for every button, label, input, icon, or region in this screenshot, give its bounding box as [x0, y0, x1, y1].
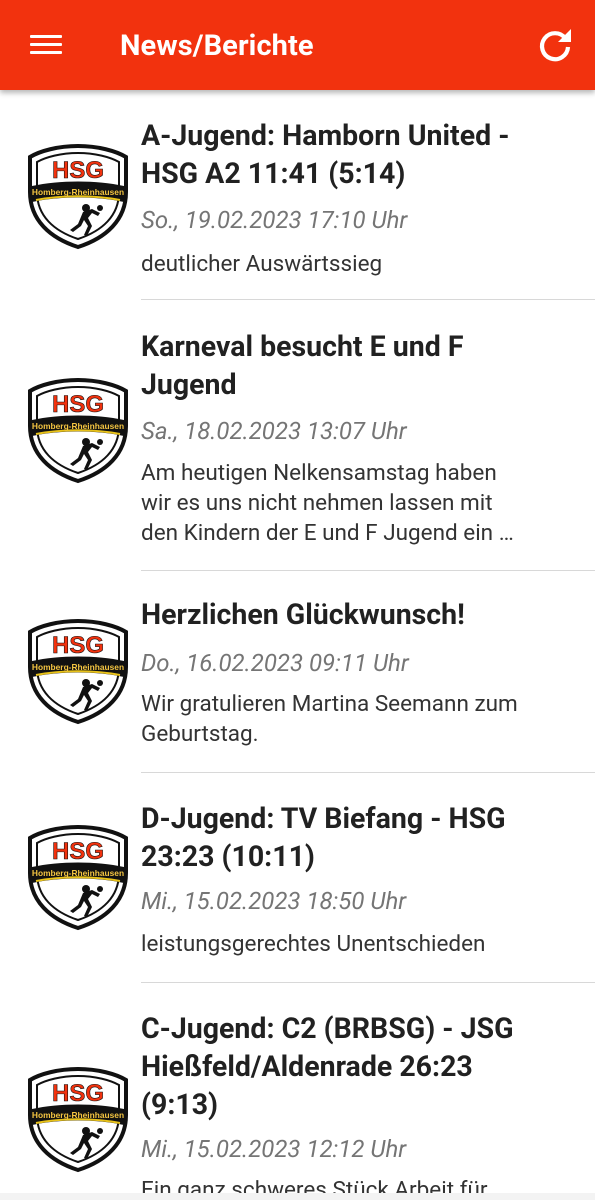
bottom-edge: [0, 1193, 595, 1200]
logo-brand-text: HSG: [52, 838, 104, 865]
logo-banner-text: Homberg-Rheinhausen: [32, 421, 124, 431]
logo-banner-text: Homberg-Rheinhausen: [32, 868, 124, 878]
logo-banner-text: Homberg-Rheinhausen: [32, 1110, 124, 1120]
news-title: Karneval besucht E und F Jugend: [141, 330, 464, 401]
news-item[interactable]: HSG Homberg-Rheinhausen C-Jugend: C2 (BRB…: [0, 983, 595, 1200]
app-bar: News/Berichte: [0, 0, 595, 90]
club-logo: HSG Homberg-Rheinhausen: [26, 142, 130, 250]
club-logo: HSG Homberg-Rheinhausen: [26, 823, 130, 931]
news-title: D-Jugend: TV Biefang - HSG 23:23 (10:11): [141, 802, 506, 873]
news-description: leistungsgerechtes Unentschieden: [141, 931, 486, 957]
club-logo: HSG Homberg-Rheinhausen: [26, 376, 130, 484]
page-title: News/Berichte: [120, 29, 314, 63]
logo-banner-text: Homberg-Rheinhausen: [32, 662, 124, 672]
news-date: Mi., 15.02.2023 18:50 Uhr: [141, 887, 407, 915]
news-date: Mi., 15.02.2023 12:12 Uhr: [141, 1135, 407, 1163]
logo-brand-text: HSG: [52, 391, 104, 418]
news-item[interactable]: HSG Homberg-Rheinhausen Karneval besucht …: [0, 300, 595, 571]
news-date: Sa., 18.02.2023 13:07 Uhr: [141, 417, 407, 445]
logo-brand-text: HSG: [52, 632, 104, 659]
logo-brand-text: HSG: [52, 157, 104, 184]
club-logo: HSG Homberg-Rheinhausen: [26, 617, 130, 725]
news-item[interactable]: HSG Homberg-Rheinhausen D-Jugend: TV Bief…: [0, 773, 595, 983]
club-logo: HSG Homberg-Rheinhausen: [26, 1065, 130, 1173]
news-description: deutlicher Auswärtssieg: [141, 251, 383, 277]
logo-banner-text: Homberg-Rheinhausen: [32, 187, 124, 197]
news-date: So., 19.02.2023 17:10 Uhr: [141, 206, 408, 234]
news-description: Am heutigen Nelkensamstag haben wir es u…: [141, 460, 514, 546]
news-item[interactable]: HSG Homberg-Rheinhausen A-Jugend: Hamborn…: [0, 90, 595, 300]
news-list[interactable]: HSG Homberg-Rheinhausen A-Jugend: Hamborn…: [0, 90, 595, 1200]
news-date: Do., 16.02.2023 09:11 Uhr: [141, 649, 409, 677]
news-description: Wir gratulieren Martina Seemann zum Gebu…: [141, 691, 518, 747]
news-title: C-Jugend: C2 (BRBSG) - JSG Hießfeld/Alde…: [141, 1012, 514, 1121]
logo-brand-text: HSG: [52, 1080, 104, 1107]
news-title: A-Jugend: Hamborn United - HSG A2 11:41 …: [141, 119, 510, 190]
refresh-icon[interactable]: [535, 25, 575, 65]
menu-icon[interactable]: [30, 31, 62, 57]
news-item[interactable]: HSG Homberg-Rheinhausen Herzlichen Glückw…: [0, 571, 595, 773]
news-title: Herzlichen Glückwunsch!: [141, 598, 465, 631]
